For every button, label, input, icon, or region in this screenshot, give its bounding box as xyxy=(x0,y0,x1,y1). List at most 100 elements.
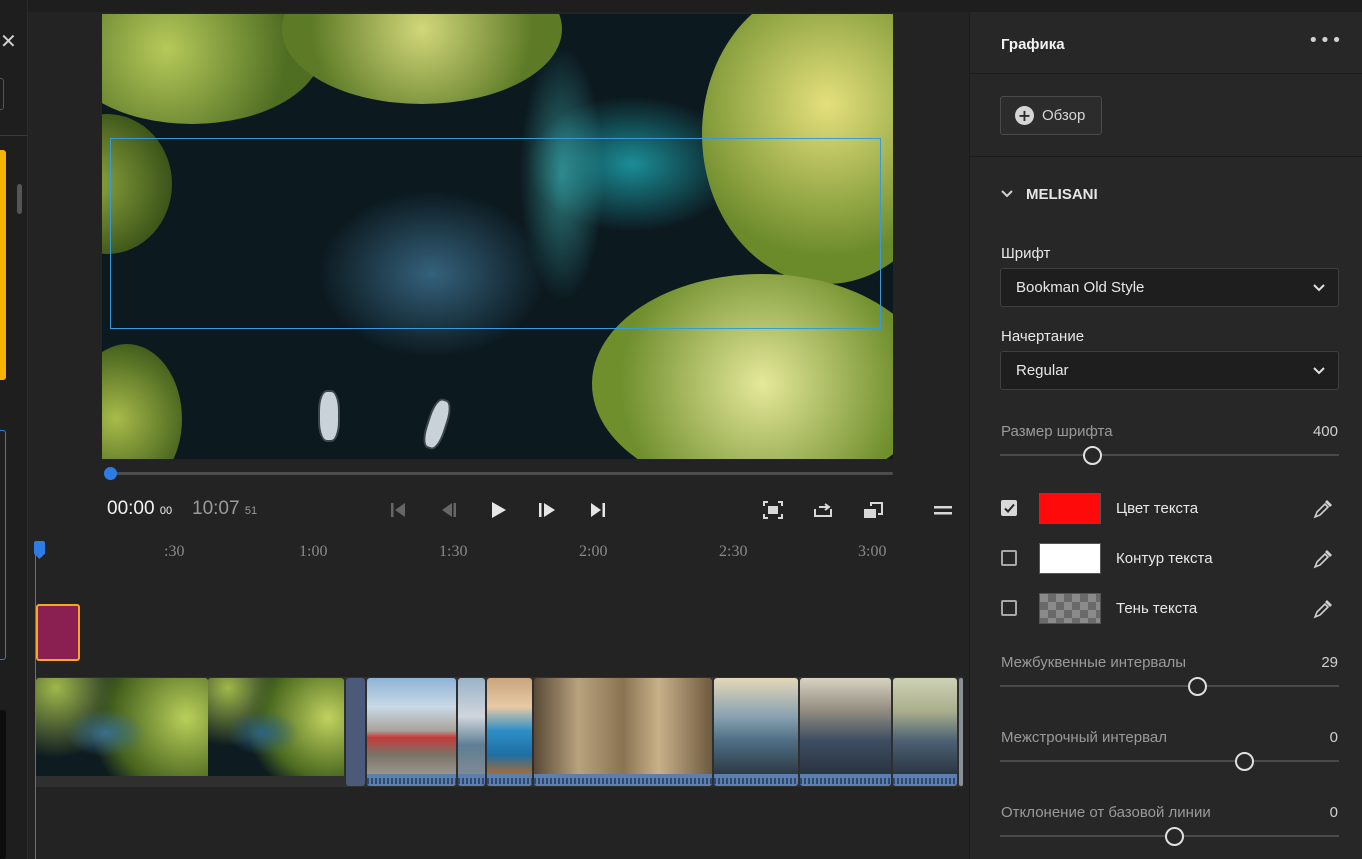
section-title[interactable]: MELISANI xyxy=(1026,186,1098,203)
video-clip[interactable] xyxy=(367,678,456,786)
leading-slider-handle[interactable] xyxy=(1235,752,1254,771)
top-bar xyxy=(0,0,1362,12)
text-color-checkbox[interactable] xyxy=(1001,500,1017,516)
arrange-icon[interactable] xyxy=(859,496,887,524)
video-clip[interactable] xyxy=(893,678,957,786)
video-preview[interactable] xyxy=(102,14,893,459)
video-editor: ✕ 00:00 00 10:07 51:30 1:00 1:30 2:00 2… xyxy=(0,0,1362,859)
shadow-color-swatch[interactable] xyxy=(1039,593,1101,624)
baseline-slider-handle[interactable] xyxy=(1165,827,1184,846)
font-select[interactable]: Bookman Old Style xyxy=(1000,268,1339,307)
shadow-label: Тень текста xyxy=(1116,600,1198,617)
video-clip[interactable] xyxy=(800,678,891,786)
close-icon[interactable]: ✕ xyxy=(0,30,17,52)
fit-icon[interactable] xyxy=(759,496,787,524)
video-clip[interactable] xyxy=(208,678,344,786)
text-bounding-box[interactable] xyxy=(110,138,881,329)
audio-waveform xyxy=(367,774,456,786)
total-timecode: 10:07 51 xyxy=(192,498,257,520)
audio-waveform xyxy=(458,774,485,786)
style-select[interactable]: Regular xyxy=(1000,351,1339,390)
total-frames: 51 xyxy=(244,505,258,517)
tree-canopy xyxy=(282,14,562,104)
style-select-value: Regular xyxy=(1016,362,1069,379)
ruler-label: 3:00 xyxy=(858,543,887,560)
leading-slider[interactable] xyxy=(1000,760,1339,762)
menu-icon[interactable] xyxy=(929,496,957,524)
step-back-icon[interactable] xyxy=(434,496,462,524)
video-clip[interactable] xyxy=(534,678,712,786)
eyedropper-icon[interactable] xyxy=(1312,548,1334,570)
skip-end-icon[interactable] xyxy=(584,496,612,524)
font-select-value: Bookman Old Style xyxy=(1016,279,1145,296)
tracking-value: 29 xyxy=(1321,654,1338,671)
sidebar-search-box[interactable] xyxy=(0,78,4,110)
video-clip[interactable] xyxy=(458,678,485,786)
media-item-selected[interactable] xyxy=(0,150,6,380)
text-color-swatch[interactable] xyxy=(1039,493,1101,524)
video-clip[interactable] xyxy=(487,678,532,786)
media-item[interactable] xyxy=(0,710,6,859)
tracking-slider[interactable] xyxy=(1000,685,1339,687)
tracking-slider-handle[interactable] xyxy=(1188,677,1207,696)
panel-divider xyxy=(970,73,1362,74)
boat xyxy=(419,396,455,452)
panel-divider xyxy=(970,156,1362,157)
leading-label: Межстрочный интервал xyxy=(1001,729,1167,746)
audio-waveform xyxy=(487,774,532,786)
ruler-label: 1:00 xyxy=(299,543,328,560)
text-color-label: Цвет текста xyxy=(1116,500,1199,517)
audio-waveform xyxy=(800,774,891,786)
eyedropper-icon[interactable] xyxy=(1312,498,1334,520)
eyedropper-icon[interactable] xyxy=(1312,598,1334,620)
font-size-slider[interactable] xyxy=(1000,454,1339,456)
ruler-label: :30 xyxy=(164,543,185,560)
chevron-down-icon xyxy=(1313,284,1325,292)
more-options-icon[interactable]: ••• xyxy=(1308,30,1343,51)
export-icon[interactable] xyxy=(809,496,837,524)
baseline-value: 0 xyxy=(1329,804,1338,821)
ruler-label: 2:00 xyxy=(579,543,608,560)
graphics-panel: Графика ••• + Обзор MELISANI Шрифт Bookm… xyxy=(969,12,1362,859)
outline-color-swatch[interactable] xyxy=(1039,543,1101,574)
check-icon xyxy=(1004,503,1015,513)
media-item-highlighted[interactable] xyxy=(0,430,6,660)
ruler-label: 1:30 xyxy=(439,543,468,560)
browse-label: Обзор xyxy=(1042,107,1086,124)
font-label: Шрифт xyxy=(1001,245,1051,262)
style-label: Начертание xyxy=(1001,328,1085,345)
outline-label: Контур текста xyxy=(1116,550,1213,567)
scrub-handle[interactable] xyxy=(104,467,117,480)
tracking-label: Межбуквенные интервалы xyxy=(1001,654,1187,671)
browse-button[interactable]: + Обзор xyxy=(1000,96,1102,135)
ruler-label: 2:30 xyxy=(719,543,748,560)
shadow-checkbox[interactable] xyxy=(1001,600,1017,616)
audio-waveform xyxy=(534,774,712,786)
video-clip[interactable] xyxy=(959,678,963,786)
title-clip[interactable] xyxy=(36,604,80,661)
transition-clip[interactable] xyxy=(346,678,365,786)
tree-canopy xyxy=(102,344,182,459)
current-time: 00:00 xyxy=(107,498,155,519)
boat xyxy=(318,390,340,442)
current-frames: 00 xyxy=(159,505,173,517)
left-sidebar: ✕ xyxy=(0,0,28,859)
video-clip[interactable] xyxy=(714,678,798,786)
play-icon[interactable] xyxy=(484,496,512,524)
outline-checkbox[interactable] xyxy=(1001,550,1017,566)
sidebar-divider xyxy=(0,135,28,136)
plus-icon: + xyxy=(1015,106,1034,125)
sidebar-scrollbar[interactable] xyxy=(17,184,22,214)
step-forward-icon[interactable] xyxy=(534,496,562,524)
chevron-down-icon[interactable] xyxy=(1000,187,1014,201)
video-clip[interactable] xyxy=(36,678,208,786)
audio-waveform xyxy=(714,774,798,786)
font-size-value: 400 xyxy=(1312,423,1338,440)
font-size-slider-handle[interactable] xyxy=(1083,446,1102,465)
playhead[interactable] xyxy=(35,545,36,859)
audio-waveform xyxy=(893,774,957,786)
font-size-label: Размер шрифта xyxy=(1001,423,1113,440)
skip-start-icon[interactable] xyxy=(384,496,412,524)
panel-title: Графика xyxy=(1001,36,1065,53)
scrub-bar[interactable] xyxy=(110,472,893,475)
